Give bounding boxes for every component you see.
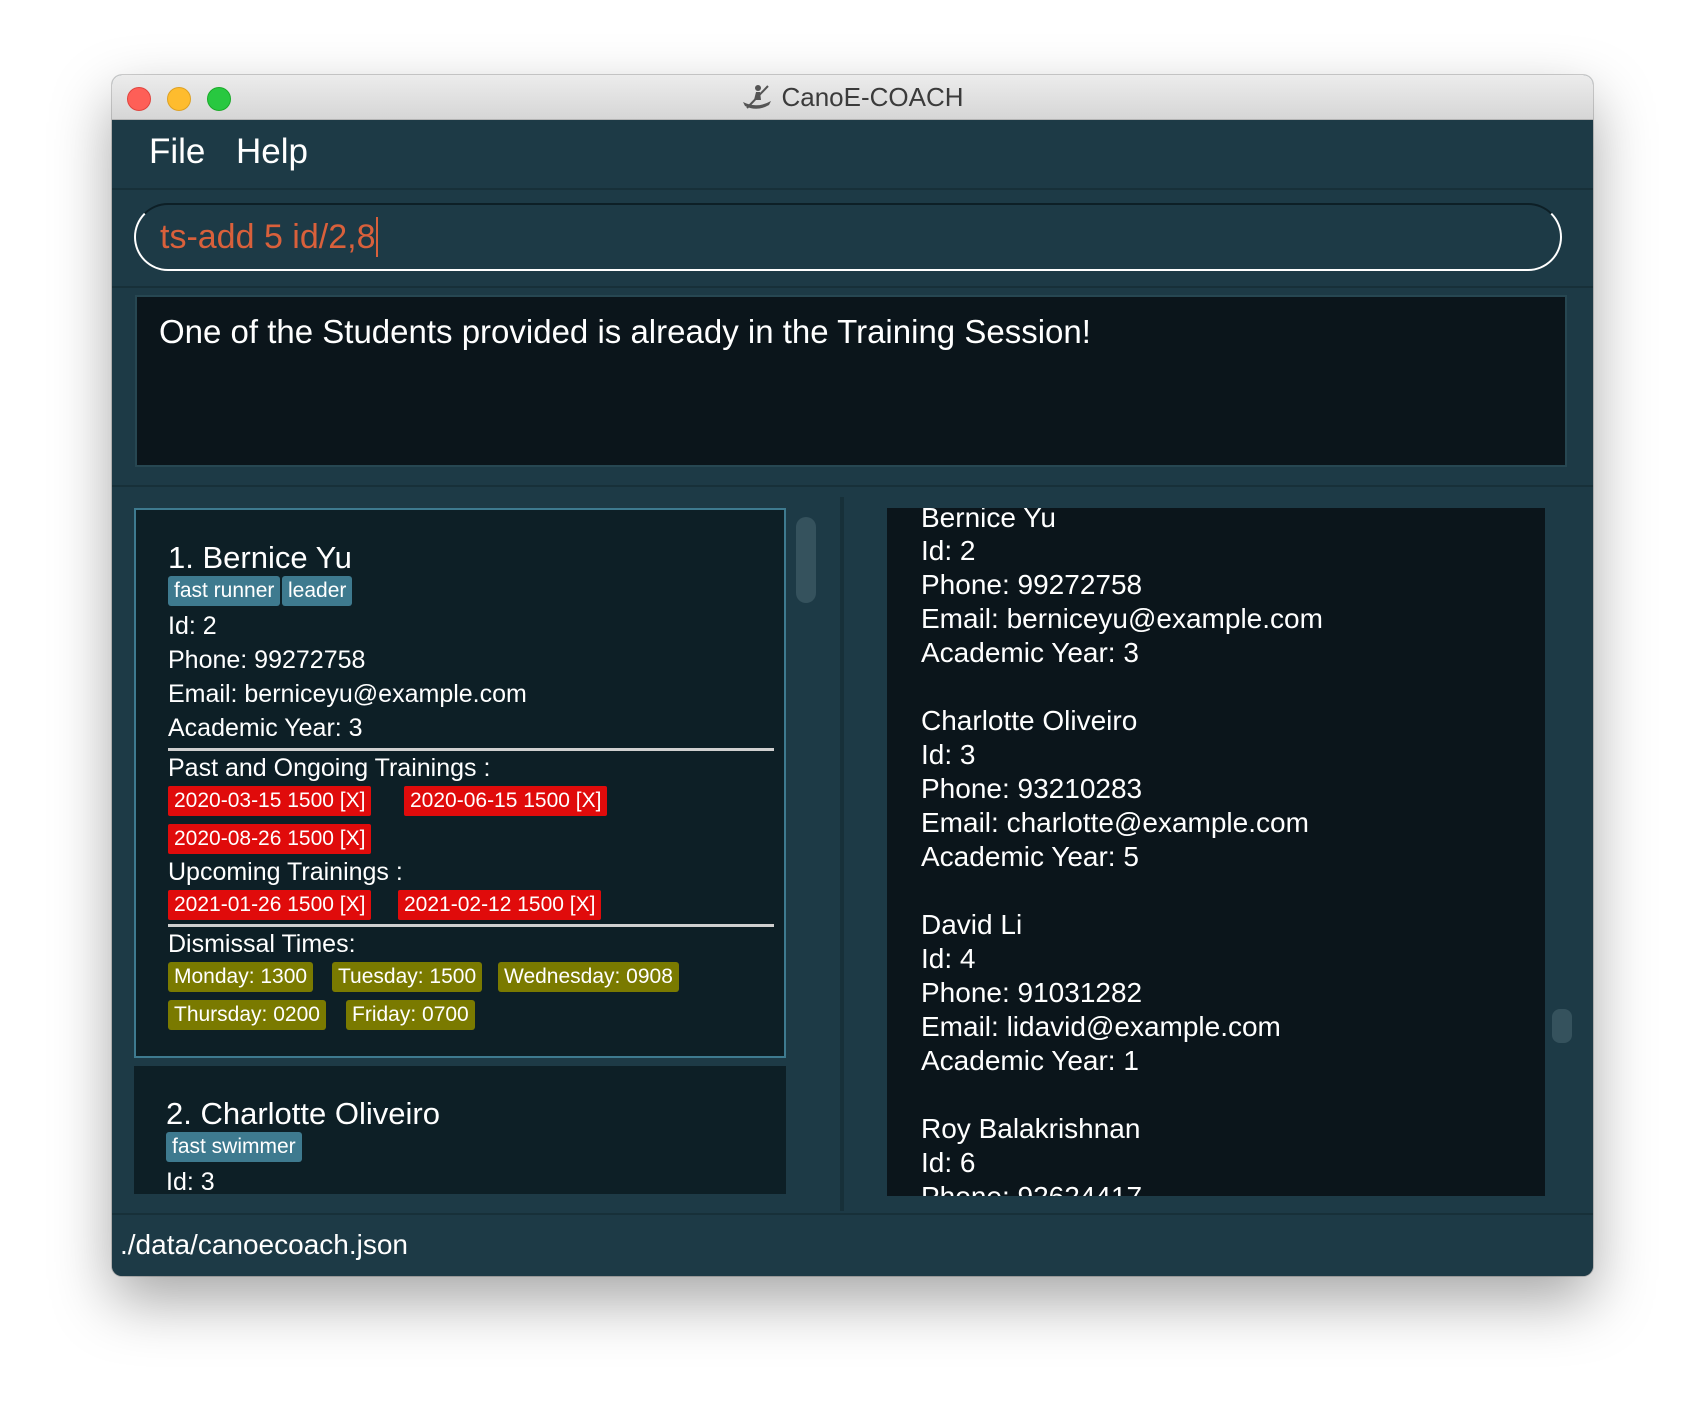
attendee-name: David Li — [921, 909, 1023, 940]
attendee-id: Id: 6 — [921, 1147, 976, 1178]
student-card-selected[interactable]: 1. Bernice Yu fast runner leader Id: 2 P… — [134, 508, 786, 1058]
attendee-email: Email: charlotte@example.com — [921, 807, 1309, 838]
dismissal-tag: Tuesday: 1500 — [332, 962, 483, 992]
student-name: 1. Bernice Yu — [168, 540, 352, 575]
attendee-id: Id: 3 — [921, 739, 976, 770]
section-divider — [168, 748, 774, 751]
student-list[interactable]: 1. Bernice Yu fast runner leader Id: 2 P… — [134, 508, 786, 1194]
result-message: One of the Students provided is already … — [159, 313, 1091, 350]
attendee-name: Roy Balakrishnan — [921, 1113, 1141, 1144]
attendee-year: Academic Year: 5 — [921, 841, 1139, 872]
student-email: Email: berniceyu@example.com — [168, 680, 527, 708]
menu-bar: File Help — [112, 120, 1593, 190]
past-trainings-header: Past and Ongoing Trainings : — [168, 754, 491, 782]
student-id: Id: 3 — [166, 1168, 215, 1194]
result-display: One of the Students provided is already … — [135, 295, 1567, 467]
section-divider — [168, 924, 774, 927]
attendee-phone: Phone: 92624417 — [921, 1181, 1142, 1196]
attendee-email: Email: berniceyu@example.com — [921, 603, 1323, 634]
attendee-email: Email: lidavid@example.com — [921, 1011, 1281, 1042]
training-attendance-list[interactable]: Bernice Yu Id: 2 Phone: 99272758 Email: … — [887, 508, 1545, 1196]
attendee-year: Academic Year: 3 — [921, 637, 1139, 668]
student-tag: fast swimmer — [166, 1132, 302, 1162]
window-title: CanoE-COACH — [781, 81, 964, 112]
student-tag: leader — [282, 576, 353, 606]
dismissal-tag: Thursday: 0200 — [168, 1000, 326, 1030]
student-year: Academic Year: 3 — [168, 714, 363, 742]
attendee-id: Id: 2 — [921, 535, 976, 566]
student-id: Id: 2 — [168, 612, 217, 640]
menu-help[interactable]: Help — [236, 132, 308, 172]
past-training-tag[interactable]: 2020-06-15 1500 [X] — [404, 786, 608, 816]
dismissal-tag: Monday: 1300 — [168, 962, 314, 992]
dismissal-header: Dismissal Times: — [168, 930, 356, 958]
attendee-phone: Phone: 93210283 — [921, 773, 1143, 804]
student-list-scrollbar[interactable] — [796, 517, 816, 603]
upcoming-trainings-header: Upcoming Trainings : — [168, 858, 403, 886]
upcoming-training-tag[interactable]: 2021-01-26 1500 [X] — [168, 890, 372, 920]
dismissal-tag: Wednesday: 0908 — [498, 962, 679, 992]
past-training-tag[interactable]: 2020-08-26 1500 [X] — [168, 824, 372, 854]
menu-file[interactable]: File — [149, 132, 205, 172]
command-input[interactable]: ts-add 5 id/2,8 — [134, 203, 1562, 271]
lists-area: 1. Bernice Yu fast runner leader Id: 2 P… — [112, 487, 1593, 1213]
canoe-icon — [743, 85, 772, 109]
title-bar: CanoE-COACH — [112, 75, 1593, 120]
student-card[interactable]: 2. Charlotte Oliveiro fast swimmer Id: 3 — [134, 1066, 786, 1194]
attendance-list-scrollbar[interactable] — [1552, 1009, 1572, 1043]
app-window: CanoE-COACH File Help ts-add 5 id/2,8 On… — [112, 75, 1593, 1276]
command-area: ts-add 5 id/2,8 — [112, 190, 1593, 288]
attendee-name: Bernice Yu — [921, 508, 1056, 533]
data-file-path: ./data/canoecoach.json — [120, 1229, 408, 1260]
student-name: 2. Charlotte Oliveiro — [166, 1096, 440, 1131]
attendee-phone: Phone: 99272758 — [921, 569, 1143, 600]
past-training-tag[interactable]: 2020-03-15 1500 [X] — [168, 786, 372, 816]
result-area: One of the Students provided is already … — [112, 288, 1593, 487]
upcoming-training-tag[interactable]: 2021-02-12 1500 [X] — [398, 890, 602, 920]
dismissal-tag: Friday: 0700 — [346, 1000, 475, 1030]
command-input-text: ts-add 5 id/2,8 — [160, 217, 379, 257]
attendee-year: Academic Year: 1 — [921, 1045, 1139, 1076]
split-divider[interactable] — [840, 497, 844, 1211]
attendee-name: Charlotte Oliveiro — [921, 705, 1138, 736]
attendee-id: Id: 4 — [921, 943, 976, 974]
student-tag: fast runner — [168, 576, 281, 606]
status-bar: ./data/canoecoach.json — [112, 1213, 1593, 1276]
student-phone: Phone: 99272758 — [168, 646, 366, 674]
attendee-phone: Phone: 91031282 — [921, 977, 1143, 1008]
